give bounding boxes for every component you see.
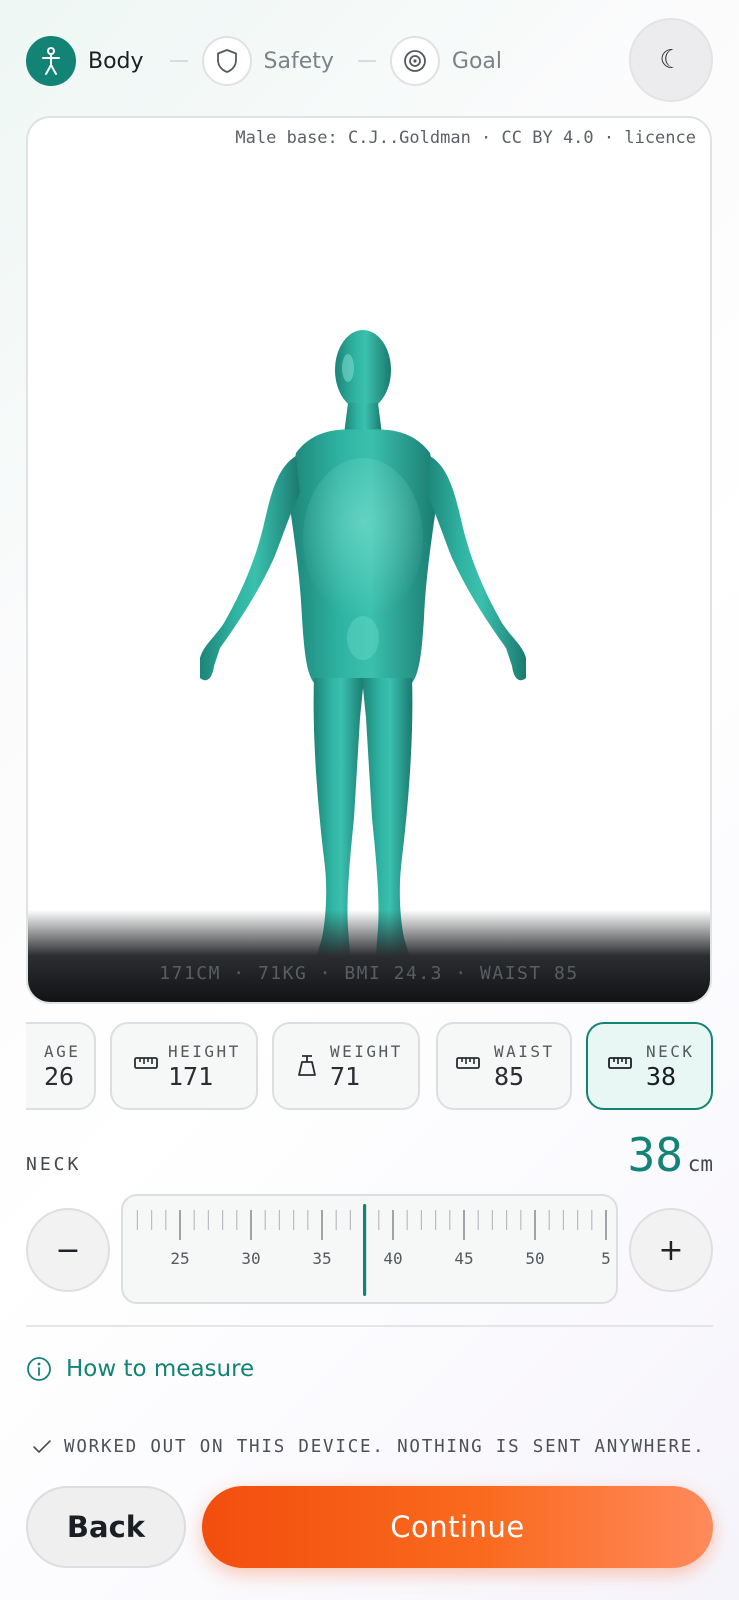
privacy-text: WORKED OUT ON THIS DEVICE. NOTHING IS SE… [64, 1437, 706, 1457]
body-summary: 171CM · 71KG · BMI 24.3 · WAIST 85 [159, 963, 579, 984]
step-divider [357, 60, 376, 62]
chip-value: 26 [44, 1062, 75, 1091]
value-ruler-slider[interactable]: 25 30 35 40 45 50 5 [121, 1194, 618, 1304]
shield-icon [201, 36, 252, 86]
chip-waist[interactable]: WAIST 85 [436, 1022, 572, 1110]
ruler-tick-label: 45 [454, 1249, 473, 1268]
chip-value: 85 [494, 1062, 525, 1091]
back-button[interactable]: Back [26, 1486, 186, 1568]
chip-value: 38 [646, 1062, 677, 1091]
theme-toggle-button[interactable]: ☾ [629, 18, 713, 102]
chip-height[interactable]: HEIGHT 171 [110, 1022, 258, 1110]
selected-metric-label: NECK [26, 1154, 82, 1175]
chip-label: WEIGHT [330, 1042, 403, 1061]
ruler-tick-label: 40 [383, 1249, 402, 1268]
ruler-indicator[interactable] [363, 1204, 367, 1296]
body-model [200, 330, 526, 963]
chip-weight[interactable]: WEIGHT 71 [272, 1022, 420, 1110]
info-icon [27, 1357, 51, 1381]
check-icon [33, 1440, 51, 1453]
chip-label: WAIST [494, 1042, 555, 1061]
ruler-tick-label: 50 [525, 1249, 544, 1268]
ruler-tick-label: 35 [312, 1249, 331, 1268]
step-label-safety: Safety [263, 48, 334, 74]
step-goal[interactable]: Goal [389, 36, 503, 86]
person-icon [26, 36, 76, 86]
moon-icon: ☾ [659, 45, 683, 75]
step-safety[interactable]: Safety [201, 36, 334, 86]
section-divider [26, 1325, 713, 1327]
ruler-icon [456, 1057, 480, 1069]
minus-icon: − [55, 1232, 81, 1268]
privacy-note: WORKED OUT ON THIS DEVICE. NOTHING IS SE… [32, 1437, 705, 1457]
continue-button[interactable]: Continue [202, 1486, 713, 1568]
weight-icon [298, 1055, 316, 1076]
chip-label: AGE [44, 1042, 81, 1061]
ruler-tick-label: 5 [601, 1249, 611, 1268]
ruler-icon [134, 1057, 158, 1069]
how-to-measure-label: How to measure [66, 1356, 255, 1382]
increment-button[interactable]: + [629, 1208, 713, 1292]
selected-metric-unit: cm [687, 1152, 713, 1176]
chip-value: 171 [168, 1062, 214, 1091]
plus-icon: + [658, 1232, 684, 1268]
decrement-button[interactable]: − [26, 1208, 110, 1292]
chip-age[interactable]: AGE 26 [26, 1022, 96, 1110]
chip-label: HEIGHT [168, 1042, 241, 1061]
step-label-goal: Goal [451, 48, 503, 74]
chip-label: NECK [646, 1042, 695, 1061]
viewer-floor [28, 910, 710, 1002]
target-icon [389, 36, 440, 86]
body-model-viewer[interactable]: Male base: C.J..Goldman · CC BY 4.0 · li… [26, 116, 712, 1004]
ruler-tick-label: 30 [241, 1249, 260, 1268]
step-label-body: Body [88, 48, 144, 74]
progress-stepper: Body Safety Goal [26, 36, 502, 86]
chip-value: 71 [330, 1062, 361, 1091]
ruler-scale: 25 30 35 40 45 50 5 [136, 1204, 611, 1296]
step-body[interactable]: Body [26, 36, 144, 86]
how-to-measure-link[interactable]: How to measure [26, 1356, 254, 1382]
ruler-tick-label: 25 [170, 1249, 189, 1268]
metric-chips: AGE 26 HEIGHT 171 WEIGHT 71 WAIST 85 NEC… [26, 1022, 713, 1110]
model-credit[interactable]: Male base: C.J..Goldman · CC BY 4.0 · li… [235, 128, 696, 148]
selected-metric-value: 38 [627, 1128, 683, 1182]
chip-neck[interactable]: NECK 38 [586, 1022, 713, 1110]
step-divider [169, 60, 188, 62]
ruler-icon [608, 1057, 632, 1069]
